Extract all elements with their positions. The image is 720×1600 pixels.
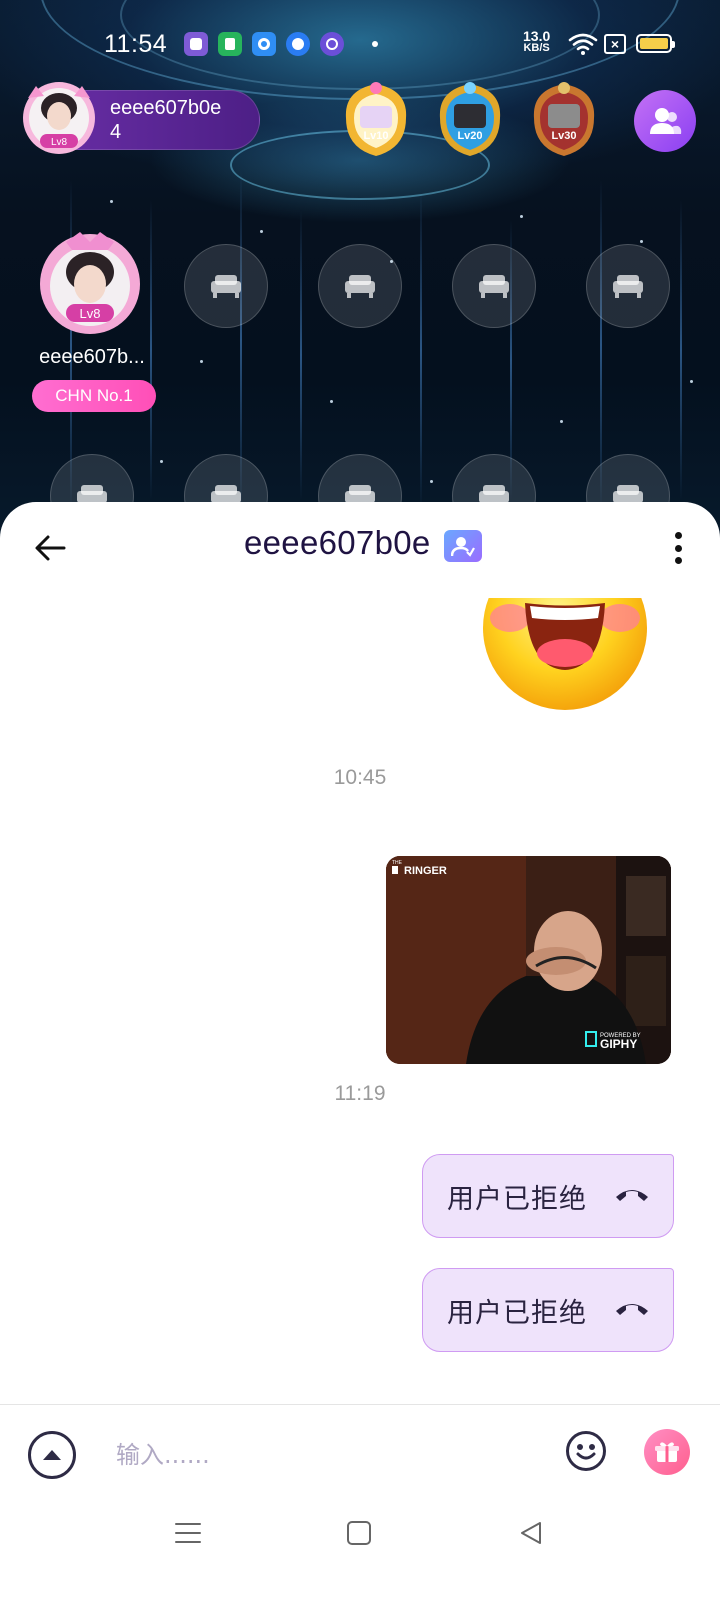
sofa-icon <box>345 275 375 298</box>
home-square-icon[interactable] <box>346 1520 372 1546</box>
chat-title: eeee607b0e <box>244 524 431 561</box>
network-speed-unit: KB/S <box>523 42 550 54</box>
back-arrow-icon <box>35 535 66 561</box>
rank-badge-gold[interactable]: Lv10 <box>336 78 416 160</box>
message-list[interactable]: 10:45 RINGER THE POWERED BY GIPHY 11:19 … <box>0 598 720 1402</box>
sofa-icon <box>479 275 509 298</box>
occupant-name: eeee607b... <box>39 346 145 368</box>
call-status-text: 用户已拒绝 <box>447 1297 587 1329</box>
laughing-emoji-sticker[interactable] <box>480 598 650 718</box>
app-notification-icon <box>320 32 344 56</box>
host-name: eeee607b0e 4 <box>110 96 221 144</box>
empty-seat[interactable] <box>452 244 536 328</box>
empty-seat[interactable] <box>184 244 268 328</box>
empty-seat[interactable] <box>318 244 402 328</box>
host-name-line1: eeee607b0e <box>110 97 222 119</box>
message-input-bar <box>0 1405 720 1515</box>
hang-up-icon <box>616 1304 648 1315</box>
notification-icons <box>184 32 378 56</box>
sofa-icon <box>613 275 643 298</box>
network-speed-value: 13.0 <box>523 28 551 44</box>
call-record-bubble[interactable]: 用户已拒绝 <box>422 1154 674 1238</box>
call-status-text: 用户已拒绝 <box>447 1183 587 1215</box>
occupant-avatar[interactable]: Lv8 <box>36 228 144 336</box>
status-time: 11:54 <box>104 30 168 58</box>
more-options-button[interactable] <box>664 528 692 568</box>
sofa-icon <box>211 275 241 298</box>
dot <box>674 532 682 539</box>
badge-level-label: Lv10 <box>363 130 389 142</box>
room-members-button[interactable] <box>634 90 696 152</box>
gif-the-text: THE <box>392 860 403 866</box>
gif-brand-text: RINGER <box>404 865 447 877</box>
smiley-icon <box>576 1444 596 1460</box>
app-notification-icon <box>286 32 310 56</box>
expand-more-button[interactable] <box>28 1431 76 1479</box>
more-notifications-dot <box>372 41 378 47</box>
wifi-icon <box>568 33 598 55</box>
app-notification-icon <box>218 32 242 56</box>
giphy-logo-text: GIPHY <box>600 1037 637 1051</box>
empty-seat[interactable] <box>586 244 670 328</box>
occupant-level-text: Lv8 <box>80 306 101 321</box>
app-notification-icon <box>184 32 208 56</box>
gif-image: RINGER THE POWERED BY GIPHY <box>386 856 671 1064</box>
laurel-badge-icon <box>439 82 501 156</box>
users-icon <box>650 108 682 134</box>
hang-up-icon <box>616 1190 648 1201</box>
gift-icon <box>655 1442 679 1462</box>
host-level-text: Lv8 <box>51 137 68 148</box>
message-timestamp: 10:45 <box>333 766 387 789</box>
back-button[interactable] <box>28 526 72 570</box>
occupant-tag: CHN No.1 <box>32 380 156 412</box>
host-name-line2: 4 <box>110 121 122 143</box>
message-input[interactable] <box>116 1433 536 1477</box>
badge-level-label: Lv20 <box>457 130 483 142</box>
friend-badge-icon <box>444 530 482 562</box>
app-notification-icon <box>252 32 276 56</box>
system-navigation-bar <box>0 1504 720 1600</box>
gif-message[interactable]: RINGER THE POWERED BY GIPHY <box>386 856 671 1064</box>
emoji-button[interactable] <box>566 1431 606 1471</box>
dot <box>674 557 682 564</box>
status-bar: 11:54 13.0 KB/S × <box>0 0 720 88</box>
battery-icon <box>636 34 675 53</box>
dot <box>674 544 682 552</box>
laurel-badge-icon <box>345 82 407 156</box>
ranking-badges: Lv10 Lv20 Lv30 <box>336 78 604 160</box>
private-chat-sheet: eeee607b0e 10:45 RINGER THE POWERED BY G… <box>0 502 720 1600</box>
message-timestamp: 11:19 <box>334 1082 386 1105</box>
call-record-bubble[interactable]: 用户已拒绝 <box>422 1268 674 1352</box>
laurel-badge-icon <box>533 82 595 156</box>
network-speed: 13.0 KB/S <box>523 28 551 54</box>
host-avatar[interactable]: Lv8 <box>18 78 100 160</box>
rank-badge-red[interactable]: Lv30 <box>524 78 604 160</box>
back-triangle-icon[interactable] <box>518 1520 544 1546</box>
triangle-up-icon <box>43 1450 61 1460</box>
gift-button[interactable] <box>644 1429 690 1475</box>
no-sim-icon: × <box>604 34 626 54</box>
menu-icon[interactable] <box>174 1520 202 1546</box>
rank-badge-blue[interactable]: Lv20 <box>430 78 510 160</box>
badge-level-label: Lv30 <box>551 130 577 142</box>
